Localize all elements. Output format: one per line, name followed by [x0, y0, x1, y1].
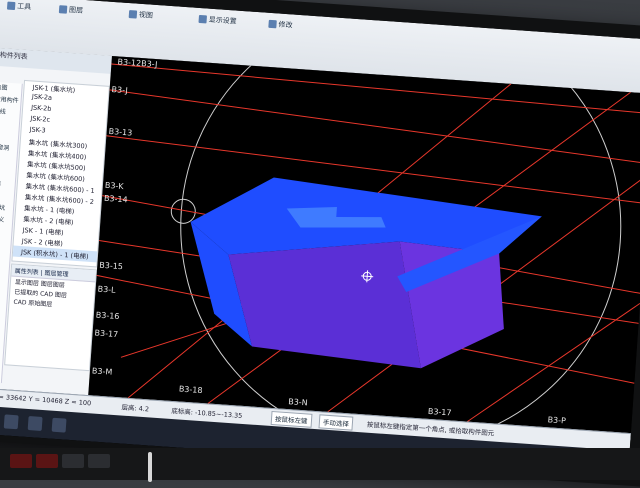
- view-icon: [128, 10, 138, 19]
- keyboard: [0, 448, 640, 480]
- ribbon-group-view[interactable]: 视图: [128, 7, 153, 23]
- component-list: JSK-1 (集水坑) JSK-2a JSK-2b JSK-2c JSK-3 集…: [11, 79, 110, 268]
- axis-label: B3-16: [96, 310, 120, 321]
- axis-label: B3-J: [111, 85, 128, 95]
- floor-height: 层高: 4.2: [121, 403, 150, 414]
- axis-label: B3-M: [92, 366, 113, 376]
- orbit-handle-left[interactable]: [170, 198, 196, 225]
- ribbon-group-tools[interactable]: 工具: [6, 0, 32, 14]
- modify-icon: [268, 19, 277, 29]
- axis-label: B3-N: [288, 397, 308, 407]
- tree-item[interactable]: 柱: [0, 118, 19, 132]
- key: [88, 454, 110, 468]
- ribbon-button[interactable]: 修改: [268, 19, 293, 31]
- key: [36, 454, 58, 468]
- axis-label: B3-12B3-J: [117, 57, 157, 69]
- manual-select-button[interactable]: 手动选择: [318, 414, 354, 431]
- ribbon-group-modify[interactable]: 修改: [268, 17, 293, 33]
- ribbon-button[interactable]: 视图: [128, 9, 154, 21]
- screen: 工具 图层 视图 显示设置 修改 构件列表 绘图 常用构件 轴线 柱 墙 门窗洞…: [0, 0, 640, 479]
- ribbon-button[interactable]: 图层: [58, 4, 84, 16]
- ribbon-button[interactable]: 工具: [6, 1, 32, 13]
- axis-label: B3-15: [99, 261, 123, 272]
- key: [62, 454, 84, 468]
- layers-icon: [58, 5, 68, 14]
- axis-label: B3-17: [428, 407, 452, 418]
- tree-item[interactable]: 基础: [0, 178, 15, 192]
- tree-item[interactable]: 自定义: [0, 213, 13, 227]
- tree-item[interactable]: 板: [0, 166, 16, 180]
- 3d-viewport[interactable]: B3-12B3-J B3-J B3-13 B3-K B3-14 B3-15 B3…: [88, 55, 640, 434]
- ribbon-button[interactable]: 显示设置: [198, 14, 237, 27]
- tree-item[interactable]: 墙: [0, 130, 18, 144]
- axis-label: B3-18: [179, 384, 203, 395]
- pit-3d-model[interactable]: [182, 172, 544, 376]
- app-icon[interactable]: [27, 416, 43, 431]
- axis-label: B3-13: [108, 127, 132, 138]
- display-icon: [198, 14, 208, 24]
- coord-readout: X = 33642 Y = 10468 Z = 100: [0, 392, 92, 408]
- axis-label: B3-14: [104, 194, 128, 205]
- axis-label: B3-K: [105, 181, 125, 191]
- ribbon-group-display[interactable]: 显示设置: [198, 12, 237, 29]
- tree-item[interactable]: 门窗洞: [0, 142, 18, 156]
- axis-label: B3-17: [94, 328, 118, 339]
- elevation: 底标高: -10.85~-13.35: [171, 406, 243, 420]
- app-icon[interactable]: [3, 414, 19, 430]
- app-icon[interactable]: [51, 417, 67, 433]
- properties-panel: 属性列表 | 图层管理 显示图层 图层图层 已提取的 CAD 图层 CAD 原始…: [4, 263, 98, 372]
- viewport-canvas[interactable]: B3-12B3-J B3-J B3-13 B3-K B3-14 B3-15 B3…: [88, 55, 640, 434]
- ribbon-group-layers[interactable]: 图层: [58, 2, 84, 18]
- key: [10, 454, 32, 468]
- select-mode-button[interactable]: 按鼠标左键: [270, 410, 312, 428]
- tree-item[interactable]: 集水坑: [0, 201, 13, 215]
- tree-item[interactable]: 梁: [0, 154, 17, 168]
- axis-label: B3-P: [547, 415, 566, 425]
- tree-item[interactable]: 其它: [0, 190, 14, 204]
- tool-icon: [6, 1, 16, 11]
- cable: [148, 452, 152, 482]
- axis-label: B3-L: [97, 285, 116, 295]
